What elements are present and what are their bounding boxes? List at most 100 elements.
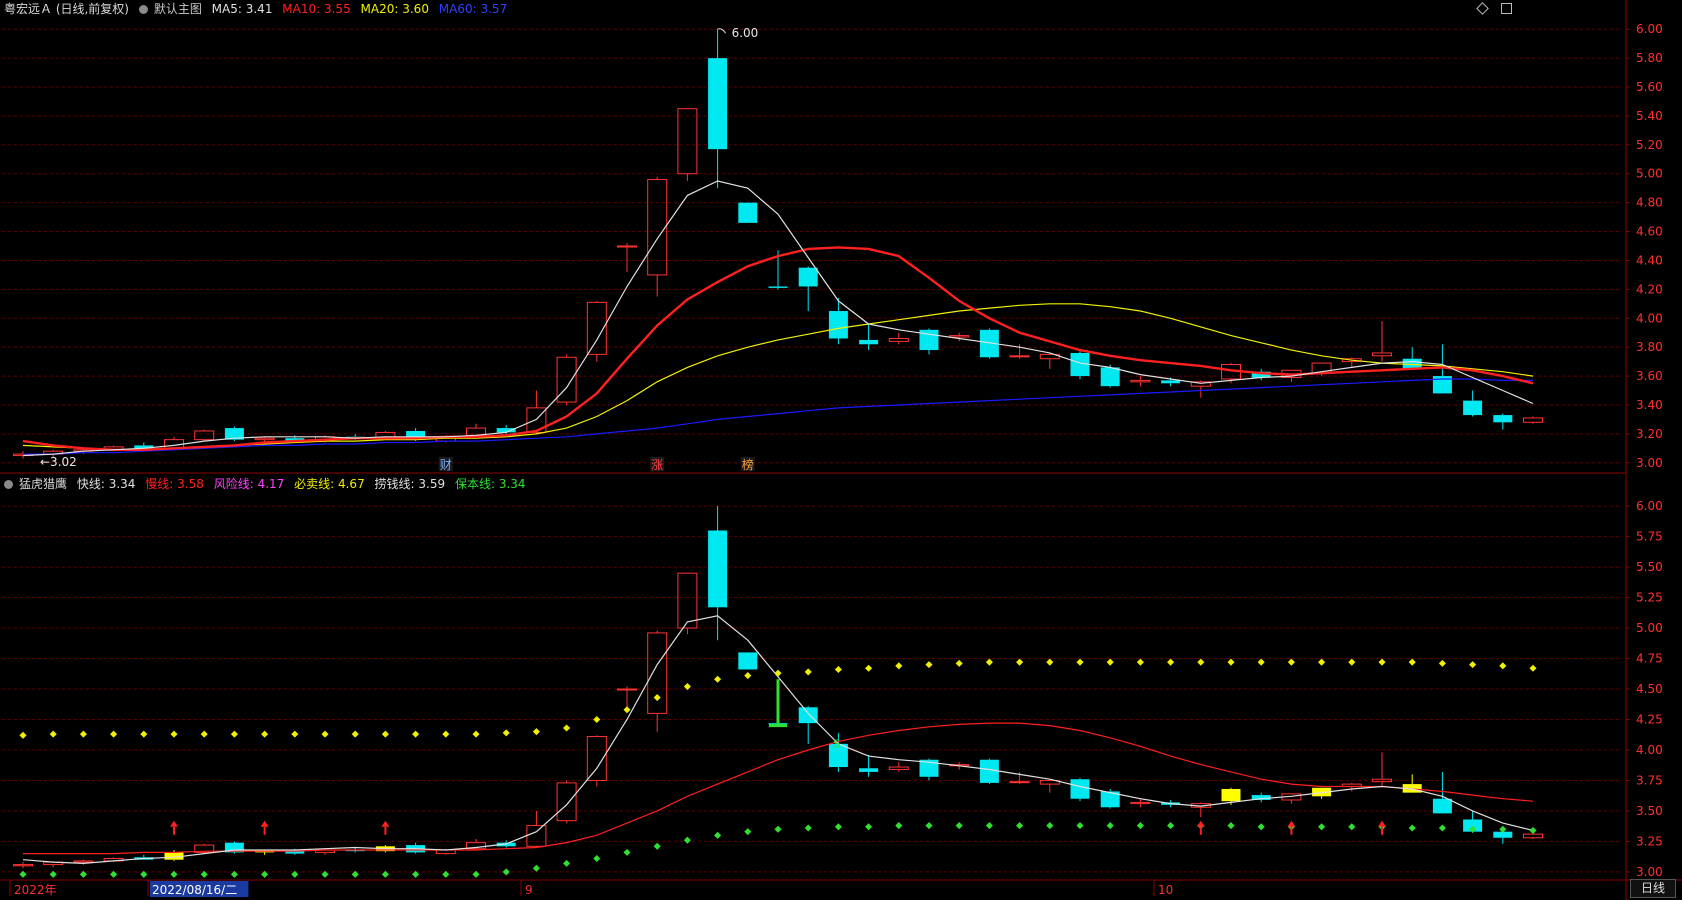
buy-arrow-icon (1378, 820, 1386, 827)
sell-line-dot (1257, 658, 1265, 666)
safe-line-dot (1529, 826, 1537, 834)
safe-line-dot (653, 842, 661, 850)
top-candle-down[interactable] (1463, 400, 1483, 416)
sell-line-dot (834, 665, 842, 674)
sell-line-dot (200, 730, 208, 738)
sell-line-legend: 必卖线: 4.67 (294, 477, 365, 491)
top-candle-down[interactable] (768, 286, 788, 288)
bottom-candle-up[interactable] (556, 782, 577, 822)
top-candle-up[interactable] (1130, 379, 1151, 383)
sell-line-dot (1287, 658, 1295, 666)
indicator-options-icon[interactable] (4, 480, 13, 489)
top-candle-down[interactable] (798, 267, 818, 287)
safe-line-dot (1046, 822, 1054, 830)
top-candle-down[interactable] (1161, 380, 1181, 384)
top-candle-up[interactable] (677, 108, 698, 175)
sell-line-dot (1378, 658, 1386, 666)
top-candle-up[interactable] (949, 335, 970, 338)
top-y-tick-label: 3.60 (1636, 369, 1663, 383)
top-candle-up[interactable] (1523, 417, 1543, 423)
top-y-tick-label: 4.00 (1636, 311, 1663, 325)
sell-line-dot (351, 730, 359, 738)
buy-arrow-icon (170, 820, 178, 827)
sell-line-dot (1016, 658, 1024, 666)
stock-chart[interactable]: 6.00 5.80 5.60 5.40 5.20 5.00 4.80 4.60 4.40 4.20… (0, 0, 1682, 900)
safe-line-dot (1227, 822, 1235, 830)
bottom-candle-up[interactable] (1523, 833, 1543, 839)
top-candle-up[interactable] (888, 337, 909, 342)
x-axis-label: 10 (1158, 883, 1173, 897)
sell-line-dot (1499, 662, 1507, 670)
top-y-tick-label: 3.00 (1636, 456, 1663, 470)
top-candle-up[interactable] (194, 430, 215, 441)
ma60-legend: MA60: 3.57 (438, 2, 508, 16)
bottom-candle-down[interactable] (979, 759, 999, 783)
top-right-controls (1468, 2, 1512, 16)
safe-line-dot (1257, 823, 1265, 831)
top-candle-down[interactable] (1493, 415, 1513, 423)
top-candle-up[interactable] (1372, 352, 1392, 357)
indicator-title[interactable]: 猛虎猎鹰 (19, 477, 67, 491)
window-toggle-icon[interactable] (1501, 3, 1512, 14)
sell-line-dot (955, 659, 963, 667)
bottom-candle-up[interactable] (526, 825, 547, 847)
bottom-candle-up[interactable] (677, 572, 698, 629)
top-y-tick-label: 5.80 (1636, 51, 1663, 65)
safe-line-dot (683, 836, 691, 844)
top-candle-down[interactable] (859, 339, 879, 345)
top-candle-down[interactable] (708, 58, 728, 150)
bottom-candle-signal[interactable] (1221, 788, 1241, 802)
bottom-candle-up[interactable] (13, 864, 33, 867)
period-tab-daily[interactable]: 日线 (1630, 879, 1676, 898)
top-candle-up[interactable] (1009, 355, 1030, 358)
safe-line-dot (834, 823, 842, 831)
safe-line-dot (593, 854, 601, 863)
top-y-tick-label: 6.00 (1636, 22, 1663, 36)
safe-line-dot (744, 828, 752, 836)
sell-line-dot (230, 730, 238, 738)
top-candle-down[interactable] (828, 311, 848, 339)
safe-line-dot (1318, 823, 1326, 831)
sell-line-dot (261, 730, 269, 738)
bottom-y-tick-label: 6.00 (1636, 499, 1663, 513)
buy-arrow-icon (1196, 820, 1205, 827)
bottom-candle-down[interactable] (708, 530, 728, 608)
stock-title[interactable]: 粤宏远Ａ (日线,前复权) (4, 2, 129, 16)
main-chart-options-icon[interactable] (138, 5, 148, 14)
sell-line-dot (1197, 658, 1205, 666)
top-candle-up[interactable] (254, 437, 275, 441)
top-candle-down[interactable] (738, 202, 758, 223)
top-y-tick-label: 5.00 (1636, 167, 1663, 181)
safe-line-dot (714, 831, 722, 839)
sell-line-dot (1106, 658, 1114, 666)
bottom-candle-up[interactable] (888, 766, 909, 770)
bottom-candle-down[interactable] (738, 652, 758, 670)
ma20-line (22, 303, 1534, 451)
money-line-legend: 捞钱线: 3.59 (374, 477, 446, 491)
high-price-label: 6.00 (732, 26, 759, 40)
bottom-candle-up[interactable] (1130, 801, 1151, 805)
safe-line-dot (623, 848, 631, 856)
bottom-candle-down[interactable] (1432, 798, 1452, 814)
bottom-y-tick-label: 3.75 (1636, 773, 1663, 787)
diamond-icon[interactable] (1476, 2, 1490, 15)
event-marker: 财 (440, 458, 452, 472)
bottom-candle-up[interactable] (1009, 781, 1030, 784)
sell-line-dot (1318, 658, 1326, 666)
main-chart-label[interactable]: 默认主图 (154, 2, 202, 16)
bottom-candle-up[interactable] (73, 860, 94, 863)
x-axis-label: 2022年 (14, 883, 57, 897)
bottom-candle-down[interactable] (859, 768, 879, 772)
safe-line-dot (1016, 822, 1024, 830)
bottom-candle-down[interactable] (1070, 779, 1090, 799)
top-candle-up[interactable] (617, 245, 637, 248)
slow-line-legend: 慢线: 3.58 (145, 477, 204, 491)
sell-line-dot (895, 662, 903, 670)
bottom-candle-up[interactable] (647, 632, 668, 714)
sell-line-dot (110, 730, 118, 738)
x-axis-label: 2022/08/16/二 (152, 883, 237, 897)
bottom-y-tick-label: 4.75 (1636, 652, 1663, 666)
sell-line-dot (563, 724, 571, 732)
bottom-candle-up[interactable] (617, 688, 637, 691)
top-candle-down[interactable] (1100, 367, 1120, 387)
